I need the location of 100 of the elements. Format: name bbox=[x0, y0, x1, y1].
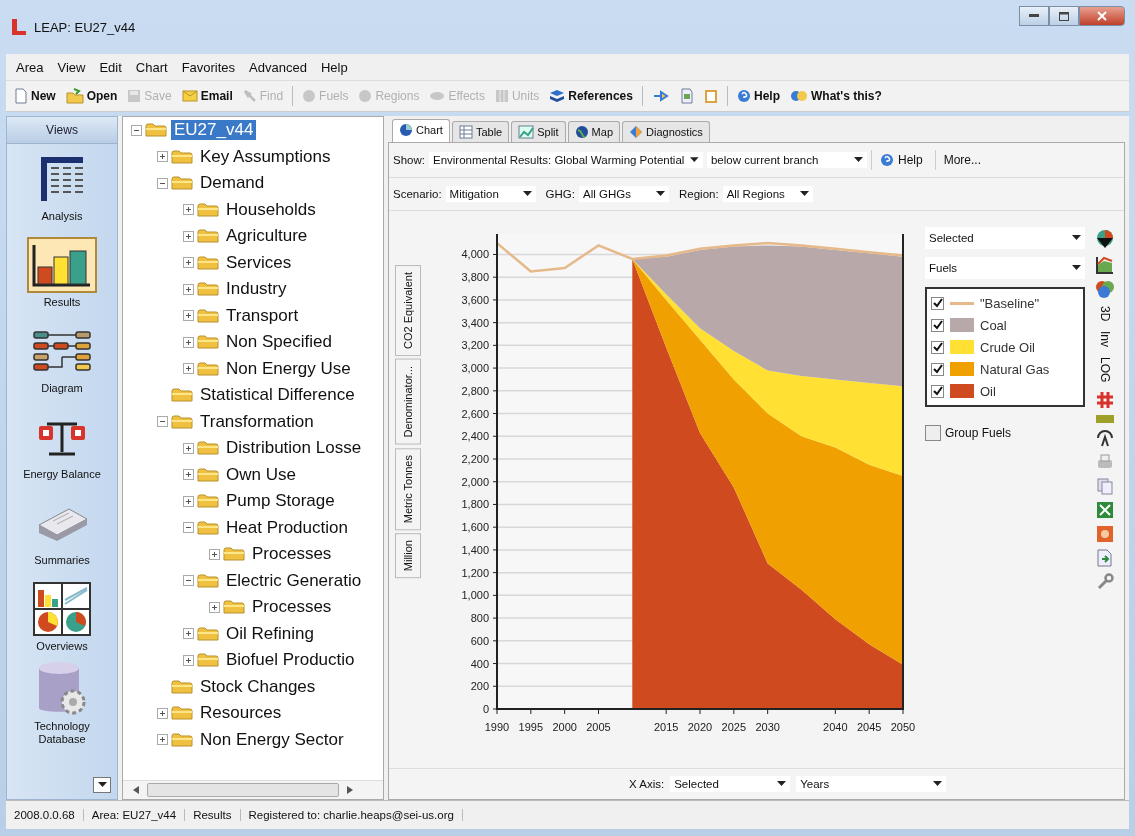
chart-tool-button[interactable] bbox=[1095, 255, 1115, 275]
tree-item[interactable]: Oil Refining bbox=[223, 623, 317, 644]
dimension-dropdown[interactable]: Fuels bbox=[925, 257, 1085, 279]
legend-label: Crude Oil bbox=[980, 339, 1035, 355]
menu-item[interactable]: View bbox=[51, 57, 92, 77]
scroll-left-icon bbox=[133, 786, 139, 794]
tree-item[interactable]: Processes bbox=[249, 544, 335, 565]
tree-item[interactable]: Stock Changes bbox=[197, 676, 319, 697]
tab[interactable]: Diagnostics bbox=[622, 121, 710, 142]
axis-unit-tab[interactable]: Denominator... bbox=[395, 359, 421, 445]
tree-item[interactable]: Agriculture bbox=[223, 226, 311, 247]
horizontal-scrollbar[interactable] bbox=[123, 780, 383, 799]
scroll-thumb[interactable] bbox=[147, 783, 339, 797]
toolbar-button[interactable]: References bbox=[545, 87, 637, 105]
toolbar-button[interactable]: New bbox=[10, 86, 60, 106]
tree-item[interactable]: Heat Production bbox=[223, 517, 351, 538]
legend-checkbox[interactable] bbox=[931, 318, 944, 332]
tree-item[interactable]: Resources bbox=[197, 703, 285, 724]
group-dropdown[interactable]: Selected bbox=[925, 227, 1085, 249]
tree-item[interactable]: Key Assumptions bbox=[197, 146, 334, 167]
folder-icon bbox=[65, 88, 84, 104]
flow-diagram-icon bbox=[32, 329, 92, 374]
legend-checkbox[interactable] bbox=[931, 362, 944, 376]
caret-icon bbox=[690, 157, 699, 163]
legend-swatch bbox=[950, 362, 974, 376]
help-button[interactable]: Help bbox=[870, 150, 931, 170]
minimize-button[interactable] bbox=[1019, 6, 1049, 26]
y-tick-label: 2,000 bbox=[461, 475, 489, 488]
toolbar-button[interactable]: What's this? bbox=[786, 87, 886, 105]
sidebar-button[interactable]: Overviews bbox=[7, 574, 117, 660]
tree-item[interactable]: Non Energy Sector bbox=[197, 729, 347, 750]
tree-item[interactable]: EU27_v44 bbox=[171, 120, 257, 141]
expand-icon bbox=[183, 495, 194, 507]
sidebar-button[interactable]: Results bbox=[7, 230, 117, 316]
tree-item[interactable]: Non Energy Use bbox=[223, 358, 354, 379]
group-fuels-checkbox[interactable] bbox=[925, 425, 941, 441]
tree-item[interactable]: Biofuel Productio bbox=[223, 650, 358, 671]
expand-icon bbox=[183, 628, 194, 640]
menu-item[interactable]: Help bbox=[314, 57, 354, 77]
tree-item[interactable]: Pump Storage bbox=[223, 491, 338, 512]
wrench-icon bbox=[1095, 571, 1115, 592]
filter-dropdown[interactable]: All GHGs bbox=[579, 186, 669, 202]
y-tick-label: 2,200 bbox=[461, 453, 489, 465]
pin-icon bbox=[652, 88, 670, 104]
x-dimension-dropdown[interactable]: Years bbox=[796, 776, 947, 792]
filter-dropdown[interactable]: All Regions bbox=[722, 186, 813, 202]
chart-tool-button[interactable] bbox=[1095, 427, 1115, 448]
sidebar-button[interactable]: Diagram bbox=[7, 316, 117, 402]
expand-icon bbox=[157, 707, 168, 719]
tree-item[interactable]: Demand bbox=[197, 173, 268, 194]
branch-dropdown[interactable]: below current branch bbox=[706, 152, 867, 168]
chart-option-toggle[interactable]: 3D bbox=[1098, 303, 1112, 325]
result-dropdown[interactable]: Environmental Results: Global Warming Potential bbox=[428, 152, 703, 168]
tree-item[interactable]: Industry bbox=[223, 279, 290, 300]
axis-unit-tab[interactable]: Metric Tonnes bbox=[395, 447, 421, 530]
collapse-icon bbox=[157, 177, 168, 189]
tab[interactable]: Table bbox=[451, 121, 510, 142]
menu-item[interactable]: Edit bbox=[93, 57, 128, 77]
menu-item[interactable]: Advanced bbox=[243, 57, 313, 77]
menu-item[interactable]: Chart bbox=[129, 57, 174, 77]
tree-item[interactable]: Distribution Losse bbox=[223, 438, 365, 459]
toolbar-button[interactable]: Email bbox=[177, 87, 237, 105]
folder-icon bbox=[197, 652, 219, 669]
sidebar-button[interactable]: Summaries bbox=[7, 488, 117, 574]
minimize-icon bbox=[1029, 14, 1039, 18]
legend-checkbox[interactable] bbox=[931, 384, 944, 398]
legend-checkbox[interactable] bbox=[931, 296, 944, 310]
tree-item[interactable]: Transport bbox=[223, 305, 302, 326]
sidebar-button[interactable]: Analysis bbox=[7, 144, 117, 230]
menu-item[interactable]: Favorites bbox=[175, 57, 242, 77]
tab[interactable]: Chart bbox=[392, 119, 450, 142]
axis-unit-tab[interactable]: Million bbox=[395, 532, 421, 579]
sidebar-button[interactable]: Energy Balance bbox=[7, 402, 117, 488]
close-button[interactable] bbox=[1079, 6, 1125, 26]
more-button[interactable]: More... bbox=[934, 150, 989, 170]
legend-checkbox[interactable] bbox=[931, 340, 944, 354]
y-tick-label: 1,200 bbox=[461, 566, 489, 579]
filter-dropdown[interactable]: Mitigation bbox=[445, 186, 536, 202]
toolbar-button[interactable]: Help bbox=[733, 87, 784, 105]
tab[interactable]: Split bbox=[511, 121, 566, 142]
tree-item[interactable]: Non Specified bbox=[223, 332, 335, 353]
x-group-dropdown[interactable]: Selected bbox=[670, 776, 791, 792]
tree-item[interactable]: Services bbox=[223, 252, 295, 273]
show-label: Show: bbox=[393, 154, 425, 166]
chart-option-toggle[interactable]: Inv bbox=[1098, 328, 1112, 351]
dropdown-button[interactable] bbox=[93, 777, 111, 793]
folder-icon bbox=[197, 360, 219, 377]
tree-item[interactable]: Transformation bbox=[197, 411, 317, 432]
tree-item[interactable]: Processes bbox=[249, 597, 335, 618]
menu-item[interactable]: Area bbox=[10, 57, 50, 77]
tab[interactable]: Map bbox=[567, 121, 620, 142]
toolbar-button[interactable]: Open bbox=[61, 86, 122, 106]
axis-unit-tab[interactable]: CO2 Equivalent bbox=[395, 265, 421, 357]
maximize-button[interactable] bbox=[1049, 6, 1079, 26]
tree-item[interactable]: Households bbox=[223, 199, 319, 220]
tree-item[interactable]: Electric Generatio bbox=[223, 570, 365, 591]
tree-item[interactable]: Own Use bbox=[223, 464, 299, 485]
chart-option-toggle[interactable]: LOG bbox=[1098, 354, 1112, 386]
tree-item[interactable]: Statistical Difference bbox=[197, 385, 358, 406]
sidebar-button[interactable]: Technology Database bbox=[7, 660, 117, 746]
